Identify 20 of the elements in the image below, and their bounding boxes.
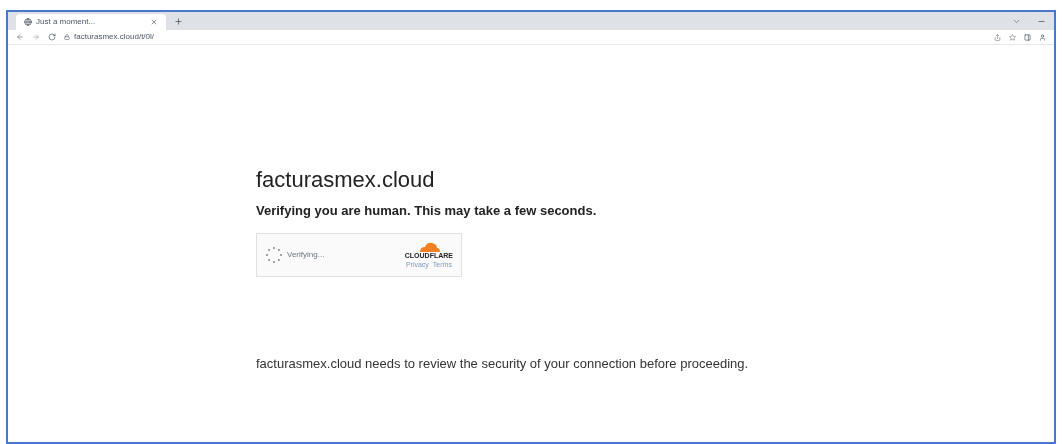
- forward-icon[interactable]: [32, 33, 40, 41]
- chevron-icon[interactable]: [1012, 17, 1021, 26]
- reload-icon[interactable]: [48, 33, 56, 41]
- star-icon[interactable]: [1009, 33, 1016, 41]
- close-icon[interactable]: [150, 18, 158, 26]
- new-tab-icon[interactable]: [174, 17, 183, 26]
- spinner-icon: [265, 245, 283, 264]
- address-bar[interactable]: facturasmex.cloud/t/0l/: [64, 31, 986, 43]
- cloud-logo-icon: [417, 241, 440, 252]
- site-heading: facturasmex.cloud: [256, 169, 436, 191]
- profile-icon[interactable]: [1039, 33, 1046, 41]
- browser-tab[interactable]: Just a moment...: [16, 14, 166, 30]
- back-icon[interactable]: [16, 33, 24, 41]
- security-message: facturasmex.cloud needs to review the security of your connection before proceeding.: [256, 354, 750, 373]
- side-panel-icon[interactable]: [1024, 33, 1031, 41]
- tab-title: Just a moment...: [36, 16, 97, 28]
- status-text: Verifying...: [287, 248, 326, 261]
- globe-icon: [24, 18, 32, 26]
- share-icon[interactable]: [994, 33, 1001, 41]
- subtitle: Verifying you are human. This may take a few seconds.: [256, 202, 598, 220]
